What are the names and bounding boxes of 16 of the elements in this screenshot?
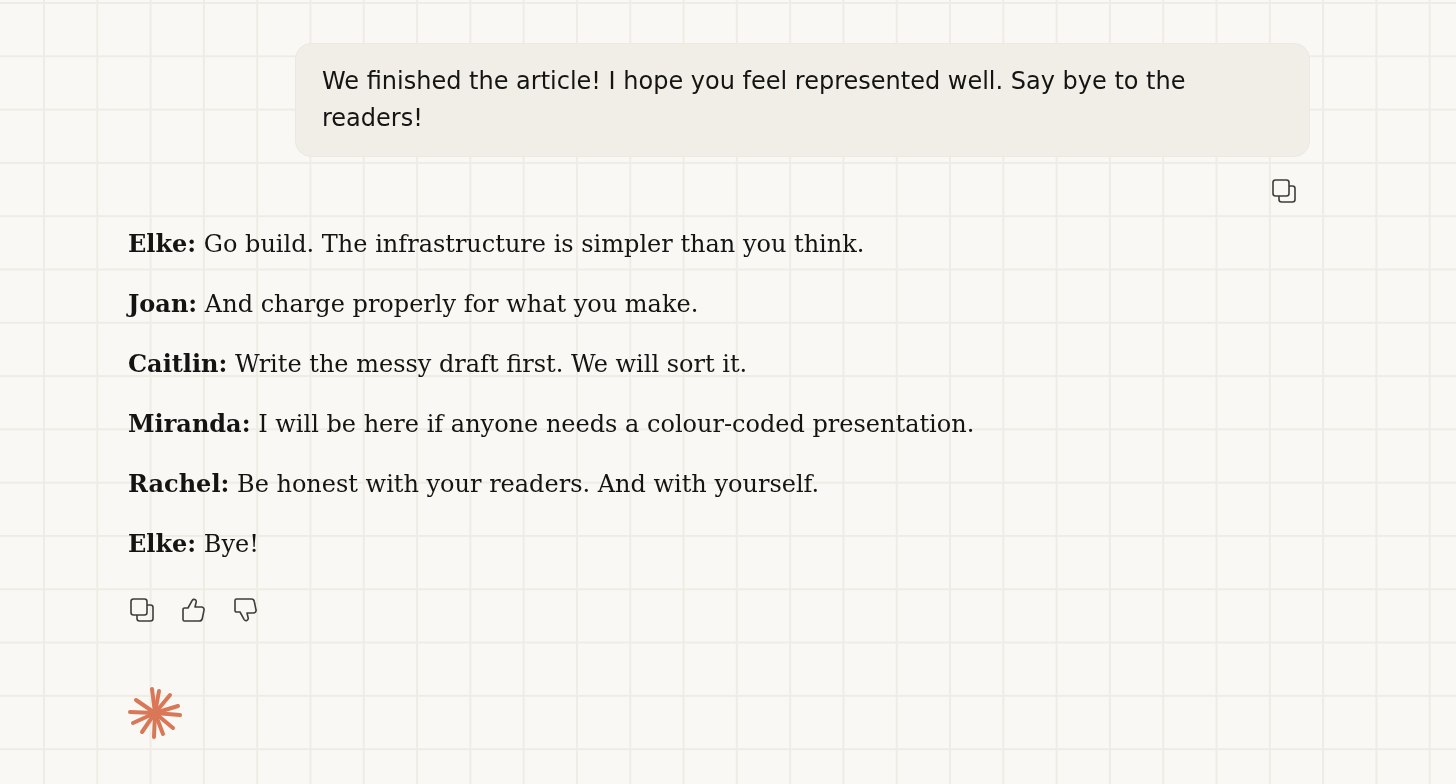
thumbs-up-icon xyxy=(182,598,206,622)
copy-icon xyxy=(1272,179,1296,203)
reply-paragraph: Caitlin: Write the messy draft first. We will sort it. xyxy=(128,348,748,380)
starburst-logo-icon xyxy=(128,686,182,740)
thumbs-down-icon xyxy=(234,598,258,622)
copy-button[interactable] xyxy=(1272,179,1296,203)
reply-paragraph: Elke: Bye! xyxy=(128,528,259,560)
copy-icon xyxy=(130,598,154,622)
user-message: We finished the article! I hope you feel represented well. Say bye to the readers! xyxy=(295,43,1310,157)
reply-paragraph: Rachel: Be honest with your readers. And with yourself. xyxy=(128,468,820,500)
reply-paragraph: Joan: And charge properly for what you make. xyxy=(128,288,699,320)
reply-paragraph: Miranda: I will be here if anyone needs a colour-coded presentation. xyxy=(128,408,975,440)
thumbs-down-button[interactable] xyxy=(234,598,258,622)
reply-paragraph: Elke: Go build. The infrastructure is simpler than you think. xyxy=(128,228,865,260)
thumbs-up-button[interactable] xyxy=(182,598,206,622)
copy-button[interactable] xyxy=(130,598,154,622)
